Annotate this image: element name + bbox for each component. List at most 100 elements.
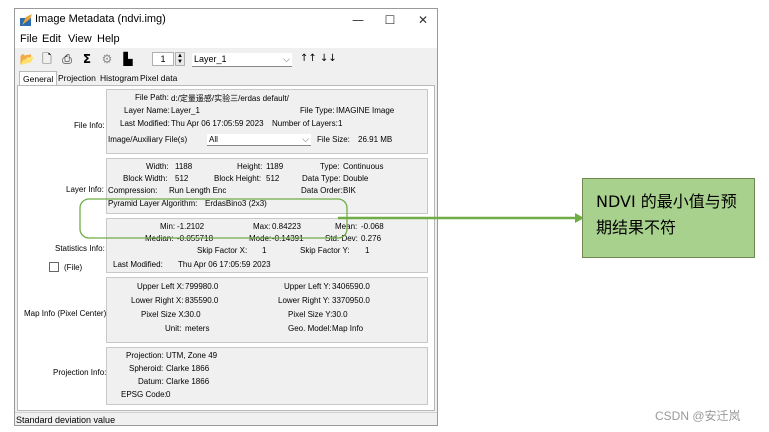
skip-factor-x-value: 1	[262, 246, 267, 255]
print-icon[interactable]: ⎙	[59, 51, 75, 67]
minimize-button[interactable]: —	[345, 10, 371, 30]
layer-number-spinner[interactable]: ▲ ▼	[175, 52, 185, 66]
file-info-group: File Path: d:/定量遥感/实验三/erdas default/ La…	[106, 89, 428, 154]
std-dev-value: 0.276	[361, 234, 382, 243]
upper-left-y-value: 3406590.0	[332, 282, 370, 291]
layer-info-label: Layer Info:	[66, 185, 104, 194]
title-bar: Image Metadata (ndvi.img) — ☐ ✕	[15, 9, 437, 31]
chevron-down-icon: ⌵	[302, 134, 309, 144]
num-layers-value: 1	[338, 119, 343, 128]
data-order-label: Data Order:	[301, 186, 343, 195]
spheroid-value: Clarke 1866	[166, 364, 210, 373]
lower-right-y-value: 3370950.0	[332, 296, 370, 305]
data-order-value: BIK	[343, 186, 356, 195]
height-value: 1189	[266, 162, 284, 171]
projection-info-group: Projection: UTM, Zone 49 Spheroid: Clark…	[106, 347, 428, 405]
pyramid-value: ErdasBino3 (2x3)	[205, 199, 267, 208]
aux-files-select[interactable]: All ⌵	[207, 134, 311, 146]
lower-right-x-label: Lower Right X:	[131, 296, 184, 305]
lower-right-y-label: Lower Right Y:	[278, 296, 330, 305]
last-modified-label: Last Modified:	[120, 119, 170, 128]
mode-label: Mode:	[249, 234, 272, 243]
menu-help[interactable]: Help	[97, 33, 120, 45]
max-value: 0.84223	[272, 222, 301, 231]
close-button[interactable]: ✕	[410, 10, 436, 30]
stats-last-modified-value: Thu Apr 06 17:05:59 2023	[178, 260, 271, 269]
type-value: Continuous	[343, 162, 384, 171]
sigma-statistics-icon[interactable]: Σ	[79, 51, 95, 67]
skip-factor-y-label: Skip Factor Y:	[300, 246, 350, 255]
sort-ascending-icon[interactable]: ↑↑	[300, 51, 317, 67]
median-label: Median:	[145, 234, 174, 243]
map-info-group: Upper Left X: 799980.0 Upper Left Y: 340…	[106, 277, 428, 343]
type-label: Type:	[320, 162, 340, 171]
aux-files-label: Image/Auxiliary File(s)	[108, 135, 188, 144]
spheroid-label: Spheroid:	[129, 364, 164, 373]
lower-right-x-value: 835590.0	[185, 296, 219, 305]
image-metadata-window: Image Metadata (ndvi.img) — ☐ ✕ File Edi…	[14, 8, 438, 426]
tab-projection[interactable]: Projection	[55, 71, 99, 86]
status-bar: Standard deviation value	[15, 412, 437, 425]
pyramid-label: Pyramid Layer Algorithm:	[108, 199, 198, 208]
width-value: 1188	[175, 162, 193, 171]
tab-pixel-data[interactable]: Pixel data	[137, 71, 180, 86]
general-tab-panel: File Info: File Path: d:/定量遥感/实验三/erdas …	[17, 85, 435, 411]
menu-view[interactable]: View	[68, 33, 92, 45]
sort-descending-icon[interactable]: ↓↓	[320, 51, 337, 67]
median-value: -0.055718	[177, 234, 214, 243]
height-label: Height:	[237, 162, 263, 171]
toolbar: 📂 🗋 ⎙ Σ ⚙ ▙ 1 ▲ ▼ Layer_1 ⌵ ↑↑ ↓↓	[15, 48, 437, 70]
datum-label: Datum:	[138, 377, 164, 386]
skip-factor-y-value: 1	[365, 246, 370, 255]
projection-info-label: Projection Info:	[53, 368, 107, 377]
tab-general[interactable]: General	[19, 71, 58, 86]
aux-files-select-value: All	[209, 135, 218, 144]
map-info-label: Map Info (Pixel Center):	[24, 309, 109, 318]
std-dev-label: Std. Dev:	[325, 234, 358, 243]
geo-model-value: Map Info	[332, 324, 364, 333]
file-type-value: IMAGINE Image	[336, 106, 395, 115]
file-path-value: d:/定量遥感/实验三/erdas default/	[171, 94, 289, 103]
min-value: -1.2102	[177, 222, 205, 231]
menu-edit[interactable]: Edit	[42, 33, 61, 45]
mean-label: Mean:	[335, 222, 358, 231]
histogram-icon[interactable]: ▙	[120, 51, 136, 67]
file-info-label: File Info:	[74, 121, 105, 130]
window-title: Image Metadata (ndvi.img)	[35, 13, 166, 25]
compression-value: Run Length Enc	[169, 186, 227, 195]
annotation-text: NDVI 的最小值与预期结果不符	[596, 192, 737, 237]
datum-value: Clarke 1866	[166, 377, 210, 386]
layer-number-input[interactable]: 1	[152, 52, 174, 66]
unit-label: Unit:	[165, 324, 182, 333]
tab-histogram[interactable]: Histogram	[97, 71, 142, 86]
projection-value: UTM, Zone 49	[166, 351, 218, 360]
tab-strip: General Projection Histogram Pixel data	[15, 70, 437, 86]
skip-factor-x-label: Skip Factor X:	[197, 246, 248, 255]
open-folder-icon[interactable]: 📂	[19, 51, 35, 67]
upper-left-x-value: 799980.0	[185, 282, 219, 291]
layer-select[interactable]: Layer_1 ⌵	[192, 53, 292, 67]
upper-left-x-label: Upper Left X:	[137, 282, 185, 291]
menu-file[interactable]: File	[20, 33, 38, 45]
app-icon	[20, 14, 32, 26]
last-modified-value: Thu Apr 06 17:05:59 2023	[171, 119, 264, 128]
data-type-label: Data Type:	[302, 174, 341, 183]
layer-name-label: Layer Name:	[124, 106, 170, 115]
file-path-label: File Path:	[135, 93, 169, 102]
layer-name-value: Layer_1	[171, 106, 200, 115]
new-document-icon[interactable]: 🗋	[39, 51, 55, 67]
maximize-button[interactable]: ☐	[377, 10, 403, 30]
geo-model-label: Geo. Model:	[288, 324, 332, 333]
menu-bar: File Edit View Help	[15, 31, 437, 48]
mode-value: -0.14391	[272, 234, 304, 243]
data-type-value: Double	[343, 174, 369, 183]
max-label: Max:	[253, 222, 271, 231]
upper-left-y-label: Upper Left Y:	[284, 282, 331, 291]
projection-label: Projection:	[126, 351, 164, 360]
unit-value: meters	[185, 324, 210, 333]
block-width-value: 512	[175, 174, 189, 183]
pixel-size-x-value: 30.0	[185, 310, 201, 319]
settings-gear-icon[interactable]: ⚙	[99, 51, 115, 67]
file-checkbox[interactable]	[49, 262, 59, 272]
layer-select-value: Layer_1	[194, 54, 227, 64]
